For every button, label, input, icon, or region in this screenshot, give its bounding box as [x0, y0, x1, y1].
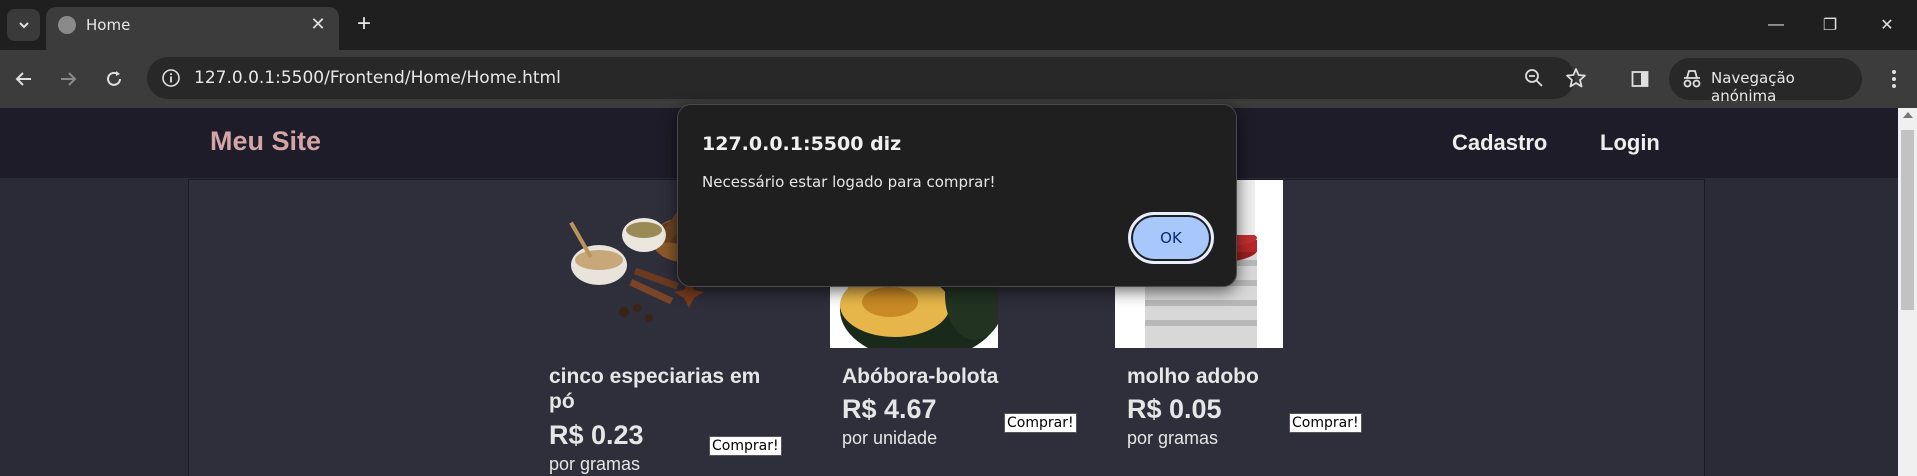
zoom-out-icon[interactable] [1522, 66, 1546, 90]
scroll-up-arrow-icon[interactable] [1903, 112, 1913, 118]
product-unit: por gramas [1127, 428, 1219, 448]
incognito-icon [1683, 70, 1701, 88]
menu-icon[interactable] [1879, 64, 1909, 94]
incognito-indicator[interactable]: Navegação anónima [1669, 58, 1862, 105]
browser-window: Home ✕ + — ❐ ✕ 127.0.0.1:5500/Frontend/H… [0, 0, 1917, 476]
url-text: 127.0.0.1:5500/Frontend/Home/Home.html [194, 68, 561, 88]
product-price: R$ 0.05 [1127, 394, 1222, 424]
window-close-icon[interactable]: ✕ [1867, 10, 1907, 40]
side-panel-icon[interactable] [1625, 64, 1655, 94]
buy-button[interactable]: Comprar! [1004, 413, 1077, 433]
product-unit: por unidade [842, 428, 938, 448]
scroll-thumb[interactable] [1901, 130, 1914, 310]
star-icon[interactable] [1564, 66, 1588, 90]
nav-link-cadastro[interactable]: Cadastro [1452, 130, 1547, 156]
product-price: R$ 4.67 [842, 394, 937, 424]
minimize-icon[interactable]: — [1756, 10, 1796, 40]
alert-dialog: 127.0.0.1:5500 diz Necessário estar loga… [677, 104, 1237, 287]
nav-link-login[interactable]: Login [1600, 130, 1660, 156]
buy-button[interactable]: Comprar! [1289, 413, 1362, 433]
globe-icon [58, 16, 76, 34]
product-unit: por gramas [549, 454, 641, 474]
product-price: R$ 0.23 [549, 420, 644, 450]
dialog-title: 127.0.0.1:5500 diz [702, 133, 902, 155]
product-name: cinco especiarias em pó [549, 365, 761, 413]
chevron-down-icon [18, 22, 29, 29]
tab-bar: Home ✕ + — ❐ ✕ [0, 0, 1917, 50]
site-info-icon[interactable] [159, 66, 183, 90]
restore-icon[interactable]: ❐ [1810, 10, 1850, 40]
tab-search-button[interactable] [7, 9, 40, 41]
close-icon[interactable]: ✕ [308, 14, 328, 34]
tab-title: Home [86, 16, 131, 34]
ok-button[interactable]: OK [1128, 212, 1214, 264]
product-name: Abóbora-bolota [842, 365, 999, 388]
forward-icon[interactable] [53, 64, 83, 94]
tab-home[interactable]: Home ✕ [46, 7, 339, 50]
buy-button[interactable]: Comprar! [709, 436, 782, 456]
reload-icon[interactable] [99, 64, 129, 94]
browser-toolbar: 127.0.0.1:5500/Frontend/Home/Home.html N… [0, 50, 1917, 108]
address-bar[interactable]: 127.0.0.1:5500/Frontend/Home/Home.html [147, 57, 1586, 99]
dialog-message: Necessário estar logado para comprar! [702, 173, 996, 191]
incognito-label: Navegação anónima [1711, 69, 1795, 105]
back-icon[interactable] [9, 64, 39, 94]
product-name: molho adobo [1127, 365, 1259, 388]
page-scrollbar[interactable] [1898, 108, 1917, 476]
new-tab-button[interactable]: + [350, 9, 378, 39]
site-brand-link[interactable]: Meu Site [210, 126, 321, 157]
